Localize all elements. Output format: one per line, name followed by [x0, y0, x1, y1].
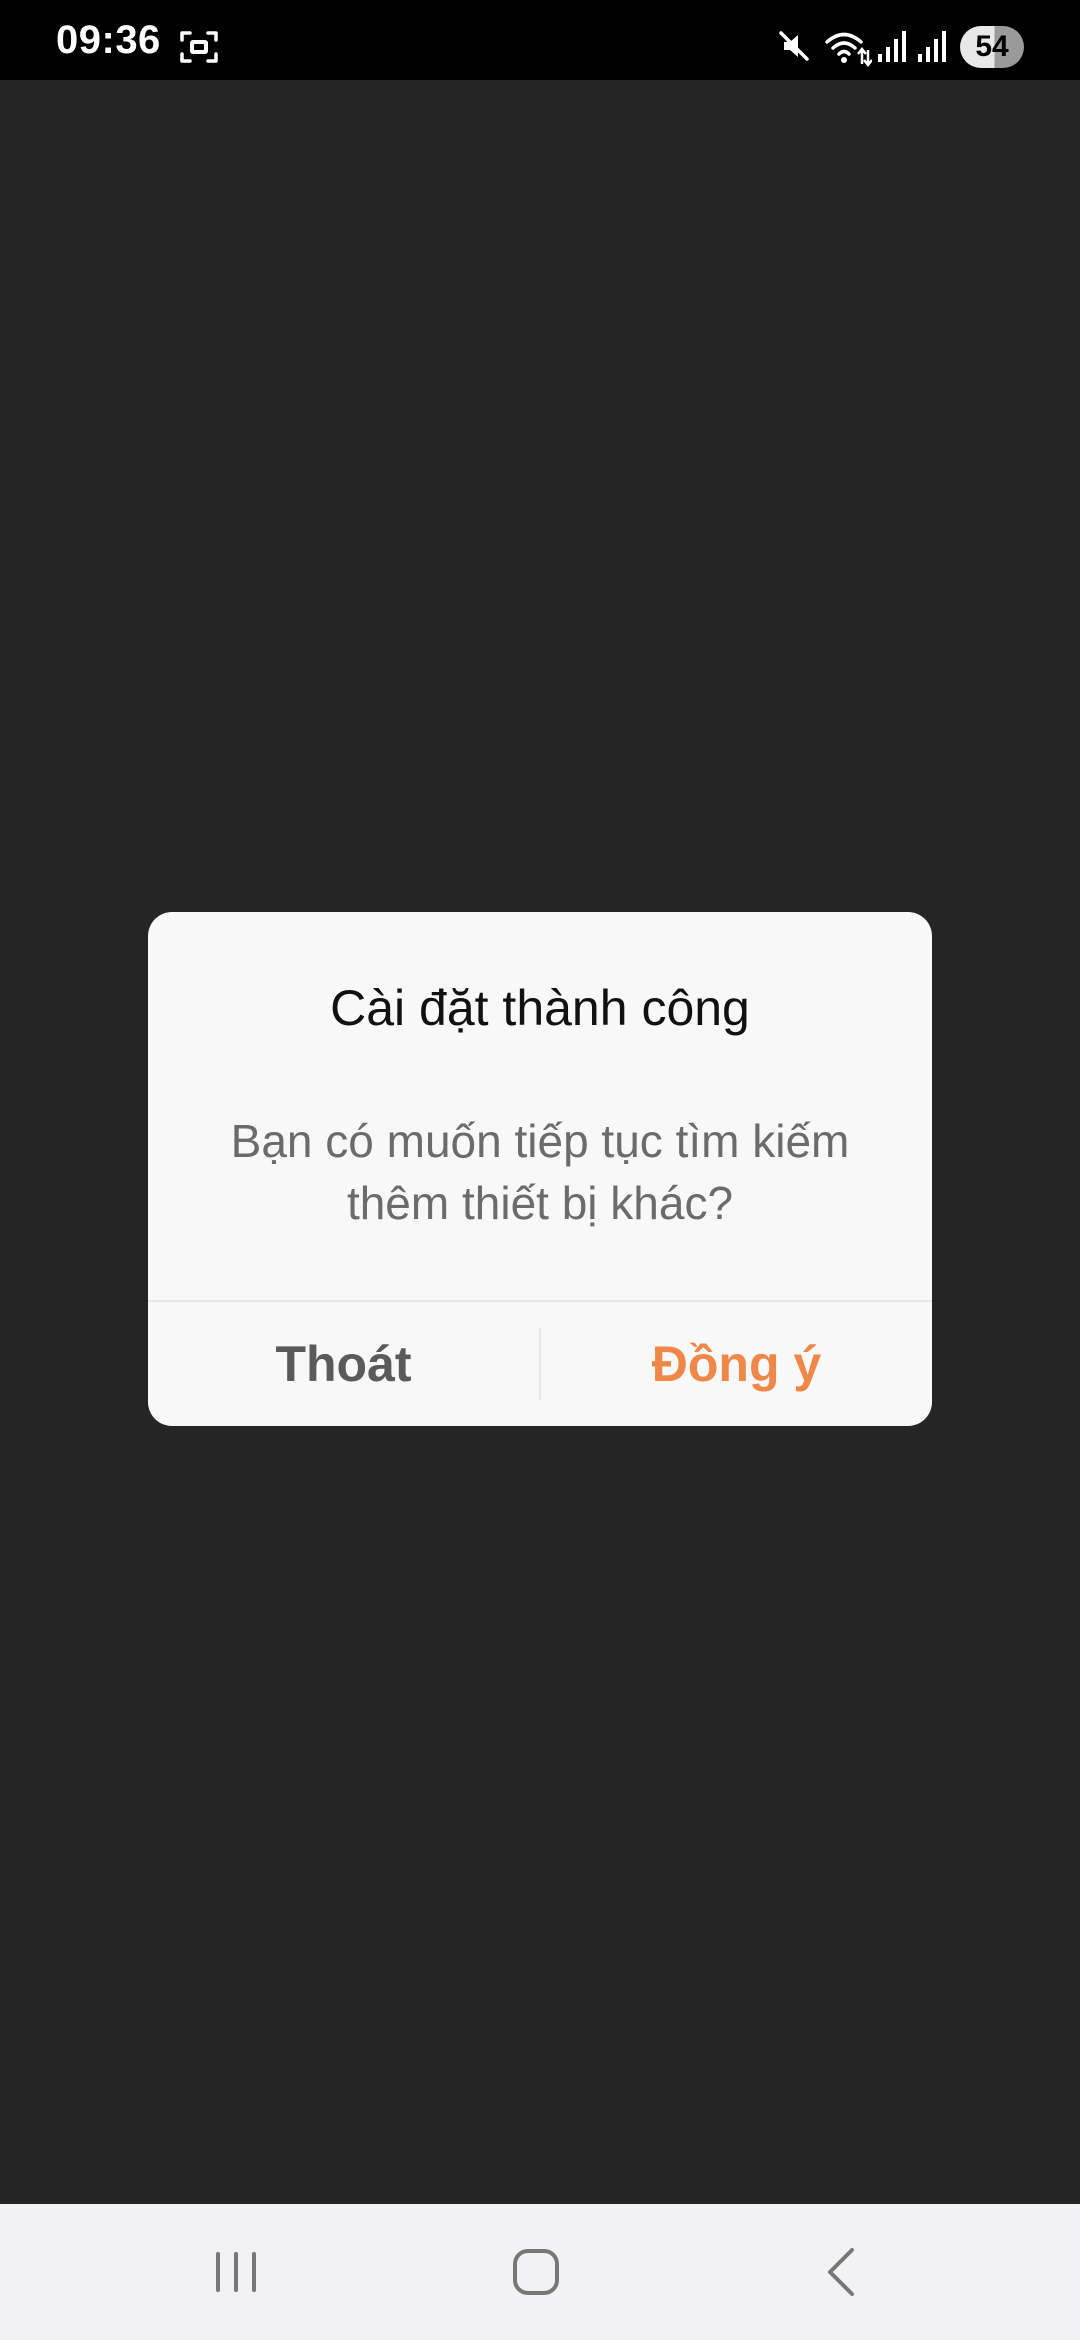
install-success-dialog: Cài đặt thành công Bạn có muốn tiếp tục … — [148, 912, 932, 1426]
dialog-message-line2: thêm thiết bị khác? — [346, 1177, 734, 1229]
status-bar: 09:36 54 — [0, 0, 1080, 80]
dialog-title: Cài đặt thành công — [330, 980, 750, 1036]
wifi-icon — [824, 28, 873, 73]
dialog-message: Bạn có muốn tiếp tục tìm kiếm thêm thiết… — [208, 1110, 872, 1234]
mute-icon — [776, 28, 812, 69]
screenshot-icon — [180, 30, 218, 64]
signal-icon — [876, 28, 908, 69]
signal-icon — [916, 28, 948, 69]
dialog-message-line1: Bạn có muốn tiếp tục tìm kiếm — [230, 1115, 850, 1167]
exit-button[interactable]: Thoát — [148, 1302, 539, 1426]
home-button[interactable] — [476, 2204, 596, 2340]
battery-icon: 54 — [960, 26, 1024, 68]
status-time: 09:36 — [56, 18, 161, 62]
recent-apps-button[interactable] — [176, 2204, 296, 2340]
battery-level: 54 — [975, 30, 1009, 63]
navigation-bar — [0, 2204, 1080, 2340]
agree-button[interactable]: Đồng ý — [541, 1302, 932, 1426]
back-button[interactable] — [780, 2204, 900, 2340]
screen: 09:36 54 Cài đặt thành công Bạn có muốn … — [0, 0, 1080, 2340]
